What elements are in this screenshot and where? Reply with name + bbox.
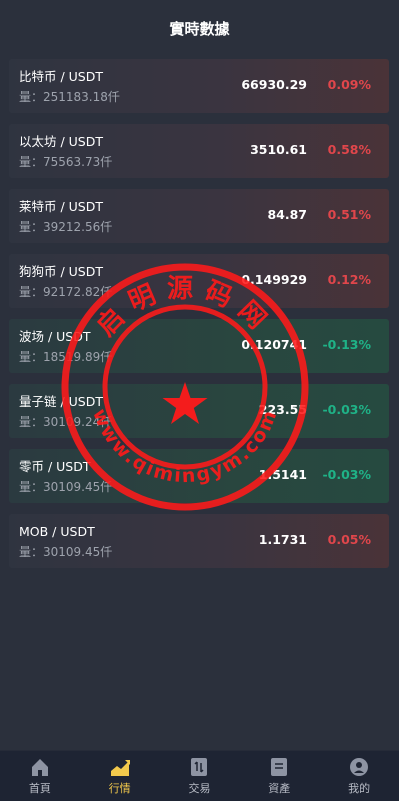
market-name-col: 量子链 / USDT 量：30109.24仟 (19, 393, 112, 431)
price-value: 1.1731 (258, 532, 307, 547)
tab-label: 首頁 (28, 782, 51, 795)
market-name-col: 以太坊 / USDT 量：75563.73仟 (19, 133, 112, 171)
change-percent: -0.03% (322, 467, 371, 482)
change-percent: -0.13% (322, 337, 371, 352)
price-value: 66930.29 (241, 77, 307, 92)
change-percent: -0.03% (322, 402, 371, 417)
pair-name: 莱特币 / USDT (19, 199, 104, 214)
profile-icon (348, 756, 370, 778)
pair-name: 零币 / USDT (19, 459, 91, 474)
tab-assets[interactable]: 資產 (239, 751, 319, 801)
market-row-btc[interactable]: 比特币 / USDT 量：251183.18仟 66930.29 0.09% (9, 59, 389, 113)
market-row-qtum[interactable]: 量子链 / USDT 量：30109.24仟 223.55 -0.03% (9, 384, 389, 438)
tab-label: 行情 (108, 782, 131, 795)
price-value: 223.55 (258, 402, 307, 417)
trade-icon (188, 756, 210, 778)
change-percent: 0.58% (327, 142, 371, 157)
pair-name: 狗狗币 / USDT (19, 264, 104, 279)
market-row-trx[interactable]: 波场 / USDT 量：18519.89仟 0.120741 -0.13% (9, 319, 389, 373)
pair-name: 以太坊 / USDT (19, 134, 104, 149)
tab-market[interactable]: 行情 (80, 751, 160, 801)
tab-label: 我的 (348, 782, 371, 795)
price-value: 84.87 (267, 207, 307, 222)
change-percent: 0.09% (327, 77, 371, 92)
market-row-zec[interactable]: 零币 / USDT 量：30109.45仟 1.5141 -0.03% (9, 449, 389, 503)
volume-text: 量：92172.82仟 (19, 285, 113, 299)
volume-text: 量：30109.45仟 (19, 480, 113, 494)
market-name-col: 波场 / USDT 量：18519.89仟 (19, 328, 112, 366)
tab-profile[interactable]: 我的 (319, 751, 399, 801)
market-name-col: MOB / USDT 量：30109.45仟 (19, 523, 112, 561)
price-value: 0.149929 (241, 272, 307, 287)
tab-label: 資產 (268, 782, 291, 795)
market-row-ltc[interactable]: 莱特币 / USDT 量：39212.56仟 84.87 0.51% (9, 189, 389, 243)
volume-text: 量：39212.56仟 (19, 220, 113, 234)
market-name-col: 莱特币 / USDT 量：39212.56仟 (19, 198, 112, 236)
pair-name: 比特币 / USDT (19, 69, 104, 84)
market-row-mob[interactable]: MOB / USDT 量：30109.45仟 1.1731 0.05% (9, 514, 389, 568)
pair-name: 波场 / USDT (19, 329, 91, 344)
change-percent: 0.12% (327, 272, 371, 287)
market-name-col: 零币 / USDT 量：30109.45仟 (19, 458, 112, 496)
tab-trade[interactable]: 交易 (160, 751, 240, 801)
price-value: 1.5141 (258, 467, 307, 482)
change-percent: 0.05% (327, 532, 371, 547)
assets-icon (268, 756, 290, 778)
volume-text: 量：75563.73仟 (19, 155, 113, 169)
market-name-col: 狗狗币 / USDT 量：92172.82仟 (19, 263, 112, 301)
market-row-doge[interactable]: 狗狗币 / USDT 量：92172.82仟 0.149929 0.12% (9, 254, 389, 308)
volume-text: 量：30109.24仟 (19, 415, 113, 429)
change-percent: 0.51% (327, 207, 371, 222)
page-title: 實時數據 (169, 19, 230, 38)
bottom-tab-bar: 首頁 行情 交易 資產 我的 (0, 750, 399, 801)
price-value: 3510.61 (250, 142, 307, 157)
market-name-col: 比特币 / USDT 量：251183.18仟 (19, 68, 120, 106)
pair-name: MOB / USDT (19, 524, 95, 539)
volume-text: 量：30109.45仟 (19, 545, 113, 559)
market-row-eth[interactable]: 以太坊 / USDT 量：75563.73仟 3510.61 0.58% (9, 124, 389, 178)
home-icon (29, 756, 51, 778)
market-chart-icon (109, 756, 131, 778)
market-list: 比特币 / USDT 量：251183.18仟 66930.29 0.09% 以… (9, 59, 389, 579)
tab-label: 交易 (188, 782, 211, 795)
pair-name: 量子链 / USDT (19, 394, 104, 409)
tab-home[interactable]: 首頁 (0, 751, 80, 801)
price-value: 0.120741 (241, 337, 307, 352)
volume-text: 量：18519.89仟 (19, 350, 113, 364)
page-header: 實時數據 (0, 0, 399, 56)
volume-text: 量：251183.18仟 (19, 90, 120, 104)
